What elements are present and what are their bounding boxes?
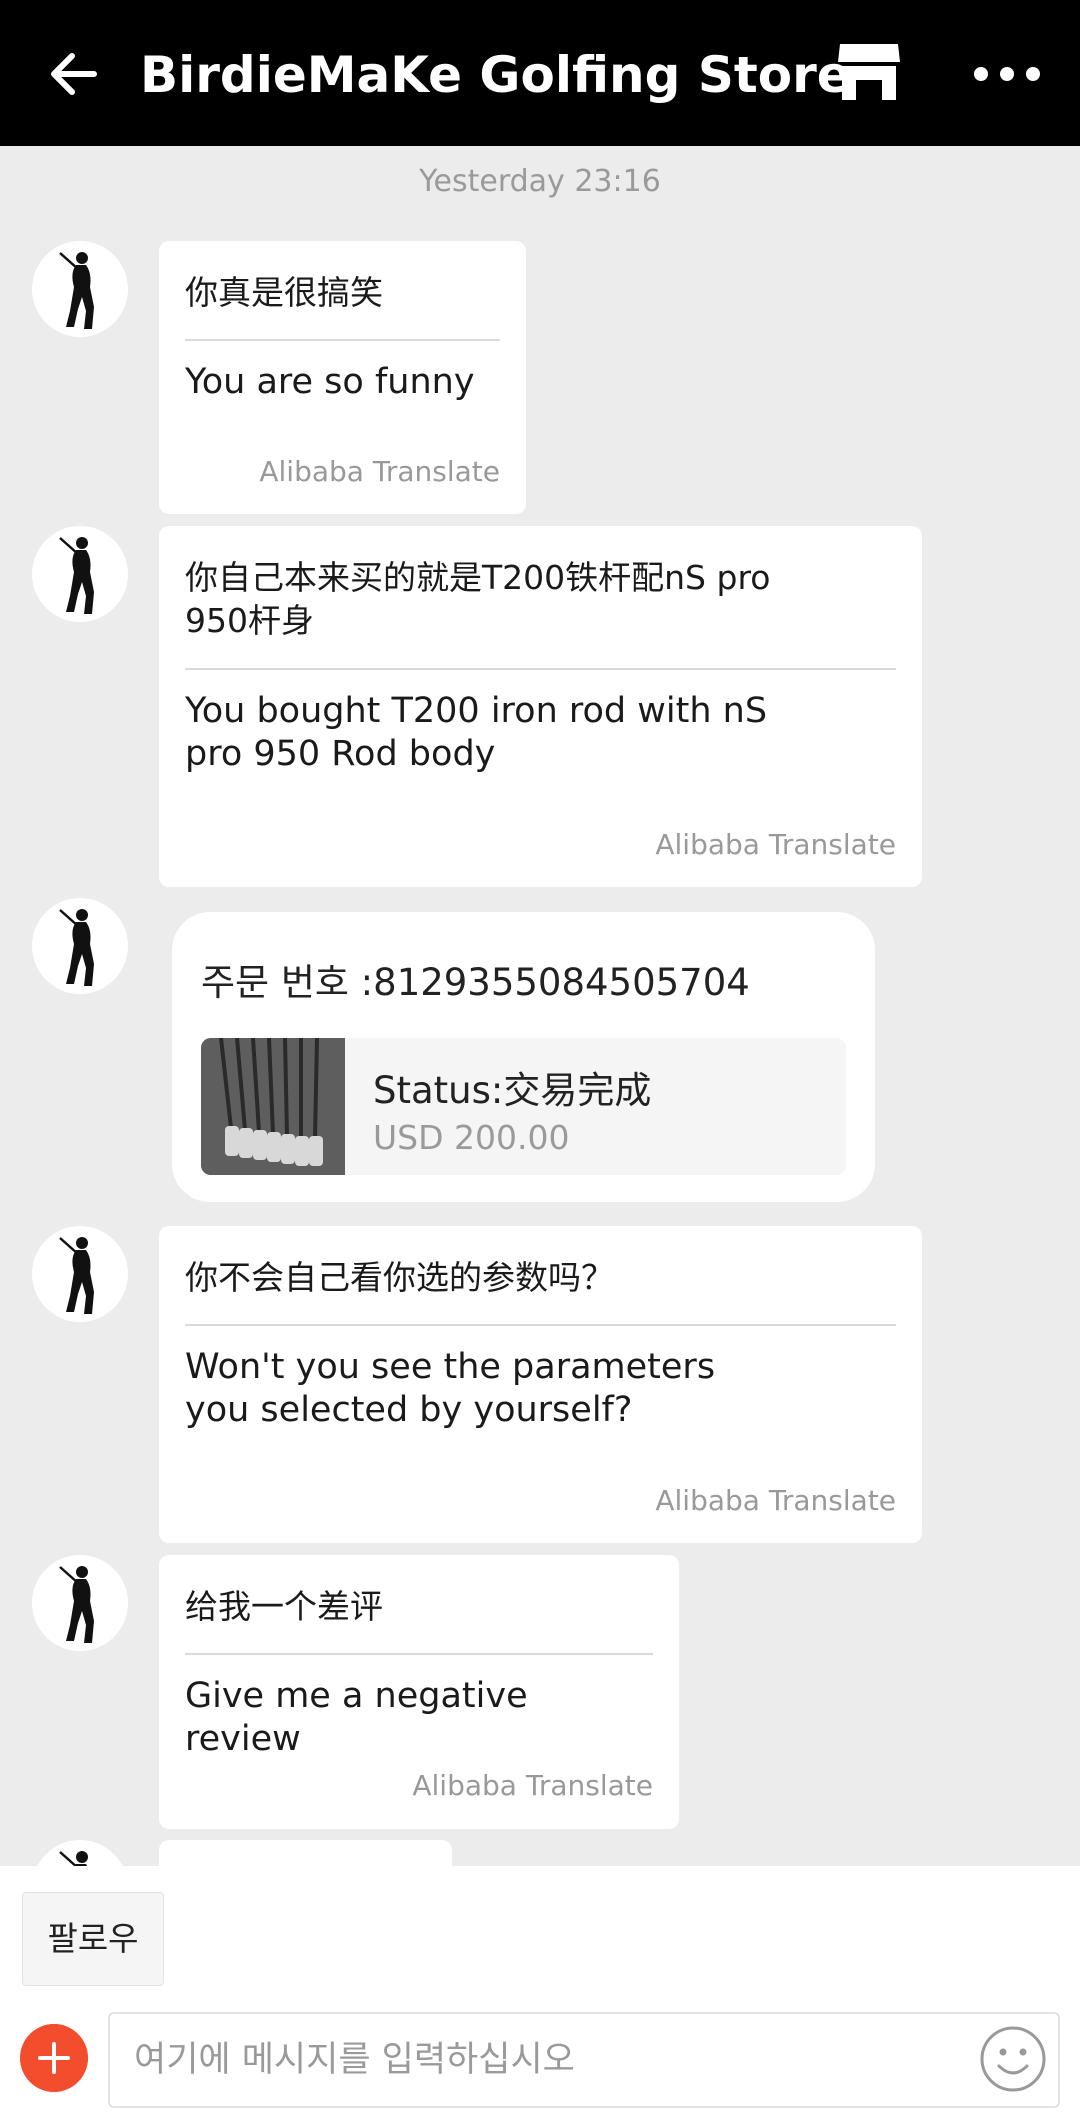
product-thumbnail [201,1038,345,1175]
translate-attribution: Alibaba Translate [655,1484,896,1517]
message-input[interactable] [134,2014,974,2106]
chat-bubble[interactable]: 给我一个差评 Give me a negative review Alibaba… [159,1555,679,1829]
translate-attribution: Alibaba Translate [655,828,896,861]
translate-attribution: Alibaba Translate [412,1769,653,1802]
divider [185,1324,896,1326]
golfer-icon [59,537,94,614]
translated-text: You bought T200 iron rod with nS pro 950… [185,691,768,774]
top-bar: BirdieMaKe Golfing Store [0,0,1080,146]
translated-text: Give me a negative review [185,1676,528,1759]
store-icon[interactable] [836,40,902,102]
arrow-left-icon[interactable] [44,44,104,104]
order-card[interactable]: 주문 번호 :8129355084505704 Status:交易完成 USD … [172,912,875,1202]
original-text: 给我一个差评 [185,1587,383,1626]
order-number: 주문 번호 :8129355084505704 [201,961,750,1004]
plus-icon[interactable] [20,2024,88,2092]
golfer-icon [59,1237,94,1314]
order-product[interactable]: Status:交易完成 USD 200.00 [201,1038,846,1175]
translate-attribution: Alibaba Translate [259,455,500,488]
golfer-icon [59,909,94,986]
message-input-box[interactable] [108,2012,1060,2108]
seller-avatar[interactable] [32,1226,128,1322]
page-title: BirdieMaKe Golfing Store [140,46,851,104]
input-bar: 팔로우 [0,1866,1080,2123]
message-timestamp: Yesterday 23:16 [419,164,661,199]
seller-avatar[interactable] [32,526,128,622]
divider [185,668,896,670]
order-price: USD 200.00 [373,1118,570,1157]
chat-bubble[interactable]: 你自己本来买的就是T200铁杆配nS pro 950杆身 You bought … [159,526,922,887]
golfer-icon [59,252,94,329]
original-text: 你真是很搞笑 [185,273,383,312]
chat-bubble[interactable]: 你不会自己看你选的参数吗？ Won't you see the paramete… [159,1226,922,1543]
order-status: Status:交易完成 [373,1069,652,1112]
smiley-icon[interactable] [978,2024,1048,2094]
original-text: 你不会自己看你选的参数吗？ [185,1258,614,1297]
chat-bubble[interactable]: 你真是很搞笑 You are so funny Alibaba Translat… [159,241,526,514]
translated-text: You are so funny [185,362,475,402]
seller-avatar[interactable] [32,1555,128,1651]
seller-avatar[interactable] [32,241,128,337]
original-text: 你自己本来买的就是T200铁杆配nS pro 950杆身 [185,558,771,640]
translated-text: Won't you see the parameters you selecte… [185,1347,716,1430]
follow-button[interactable]: 팔로우 [22,1892,164,1986]
golfer-icon [59,1566,94,1643]
more-dots-icon[interactable] [972,54,1042,94]
divider [185,339,500,341]
seller-avatar[interactable] [32,898,128,994]
divider [185,1653,653,1655]
